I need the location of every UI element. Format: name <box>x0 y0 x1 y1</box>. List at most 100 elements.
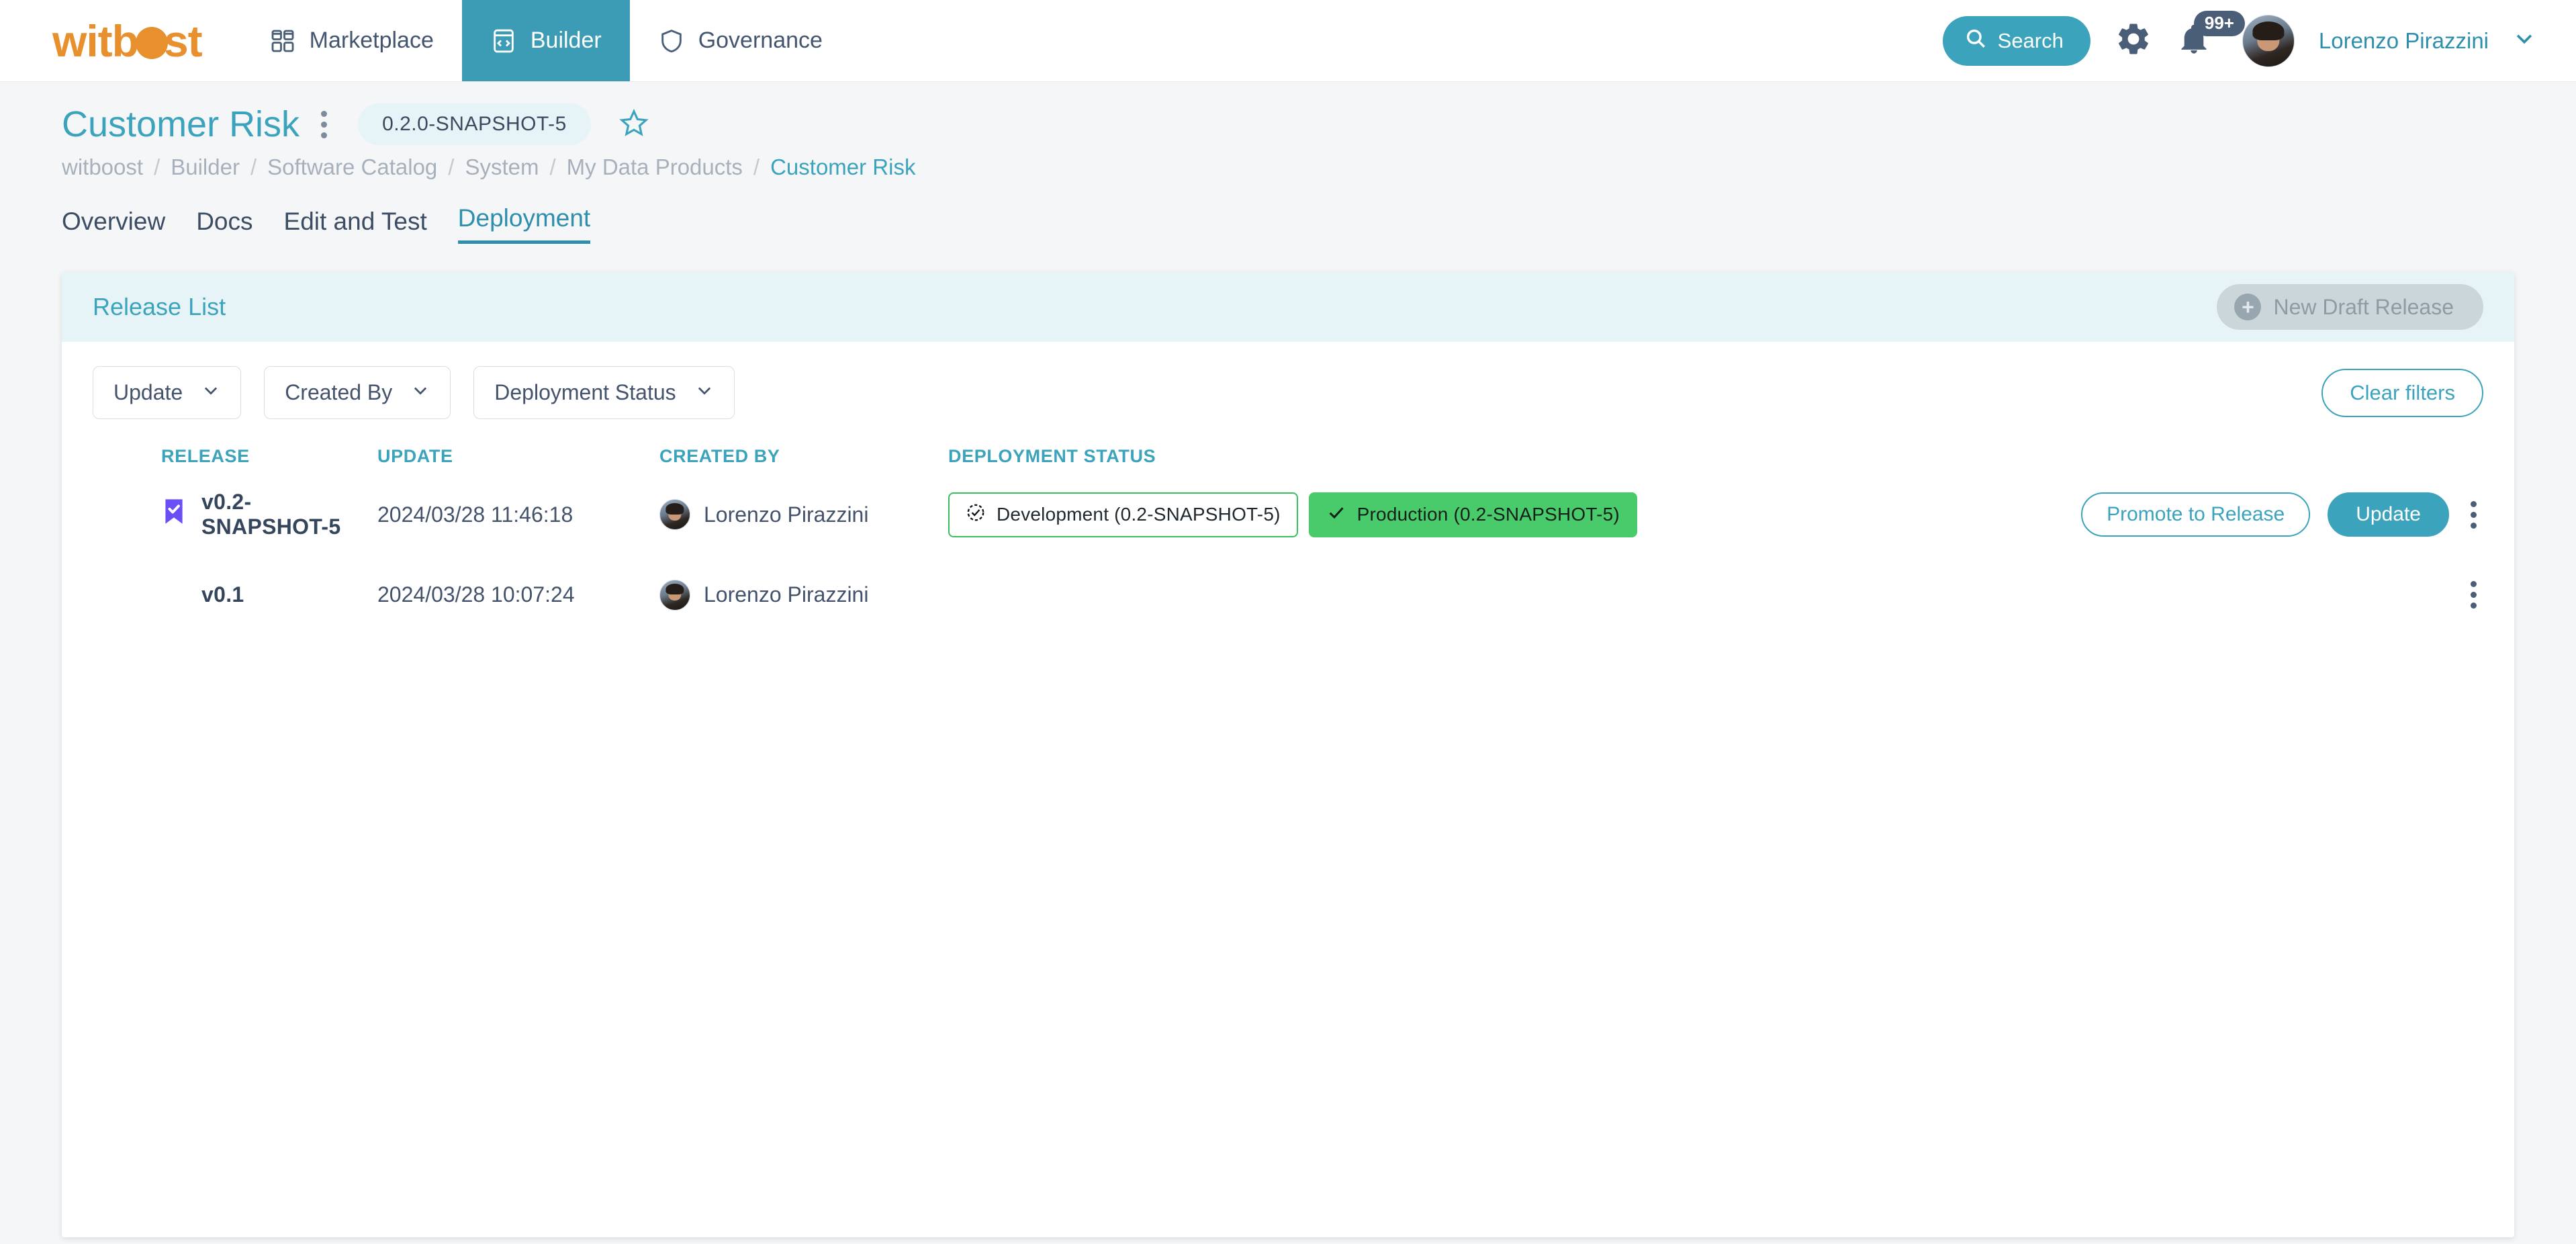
status-chip-production[interactable]: Production (0.2-SNAPSHOT-5) <box>1308 492 1637 537</box>
filter-created-by-label: Created By <box>285 380 393 404</box>
logo-text-left: witb <box>52 15 139 66</box>
clear-filters-button[interactable]: Clear filters <box>2321 368 2483 417</box>
tab-overview[interactable]: Overview <box>62 208 165 244</box>
shield-icon <box>658 28 685 54</box>
tab-deployment[interactable]: Deployment <box>457 204 591 244</box>
new-draft-release-button: + New Draft Release <box>2217 284 2483 330</box>
filter-update[interactable]: Update <box>93 366 242 419</box>
breadcrumb-separator: / <box>549 154 556 179</box>
promote-to-release-button[interactable]: Promote to Release <box>2081 492 2311 537</box>
row-actions-cell <box>1950 568 2514 622</box>
breadcrumb-separator: / <box>753 154 760 179</box>
logo-text-right: st <box>163 15 203 66</box>
nav-item-marketplace[interactable]: Marketplace <box>241 0 462 81</box>
breadcrumb-separator: / <box>448 154 455 179</box>
chevron-down-icon[interactable] <box>2513 27 2536 55</box>
top-navigation-bar: witb st Marketplace Builder Governance S… <box>0 0 2576 82</box>
breadcrumb-item-my-data-products[interactable]: My Data Products <box>567 154 743 180</box>
column-header-created-by: CREATED BY <box>659 446 780 466</box>
page-title-row: Customer Risk 0.2.0-SNAPSHOT-5 <box>62 103 2576 145</box>
row-options-menu-button[interactable] <box>2467 577 2481 613</box>
filter-bar: Update Created By Deployment Status Clea… <box>62 342 2514 419</box>
release-name: v0.2-SNAPSHOT-5 <box>201 490 341 539</box>
search-button[interactable]: Search <box>1942 15 2090 66</box>
favorite-star-icon[interactable] <box>619 108 649 141</box>
nav-label-builder: Builder <box>530 28 602 53</box>
column-header-actions <box>1950 446 2514 480</box>
page-tabs: Overview Docs Edit and Test Deployment <box>62 204 2576 244</box>
nav-item-builder[interactable]: Builder <box>461 0 630 81</box>
update-button[interactable]: Update <box>2328 492 2449 537</box>
avatar <box>659 499 690 530</box>
settings-button[interactable] <box>2115 20 2152 61</box>
status-chip-development[interactable]: Development (0.2-SNAPSHOT-5) <box>948 492 1298 537</box>
breadcrumb-item-current: Customer Risk <box>770 154 916 179</box>
topnav-actions: Search 99+ Lorenzo Pirazzini <box>1942 0 2576 81</box>
check-icon <box>1326 502 1346 527</box>
bookmark-check-icon <box>161 498 187 531</box>
column-header-deployment-status: DEPLOYMENT STATUS <box>948 446 1156 466</box>
page-options-menu-button[interactable] <box>317 107 331 142</box>
release-list-header: Release List + New Draft Release <box>62 272 2514 342</box>
nav-item-governance[interactable]: Governance <box>630 0 851 81</box>
release-table-header: RELEASE UPDATE CREATED BY DEPLOYMENT STA… <box>62 446 2514 480</box>
release-list-title: Release List <box>93 293 226 320</box>
search-icon <box>1964 27 1987 55</box>
grid-icon <box>269 28 296 54</box>
deployment-status-cell <box>948 568 1950 622</box>
filter-created-by[interactable]: Created By <box>264 366 451 419</box>
witboost-logo[interactable]: witb st <box>0 0 241 81</box>
release-name: v0.1 <box>201 582 244 607</box>
breadcrumb-item-witboost[interactable]: witboost <box>62 154 143 180</box>
table-row[interactable]: v0.2-SNAPSHOT-5 2024/03/28 11:46:18 Lore… <box>62 480 2514 549</box>
created-by-cell: Lorenzo Pirazzini <box>659 568 948 622</box>
update-cell: 2024/03/28 11:46:18 <box>377 502 573 527</box>
nav-label-marketplace: Marketplace <box>309 28 434 53</box>
status-chip-development-label: Development (0.2-SNAPSHOT-5) <box>997 504 1281 525</box>
chevron-down-icon <box>695 381 714 404</box>
breadcrumb-item-software-catalog[interactable]: Software Catalog <box>267 154 437 180</box>
avatar <box>659 579 690 611</box>
update-cell: 2024/03/28 10:07:24 <box>377 582 575 607</box>
gear-icon <box>2115 20 2152 61</box>
filter-deployment-status[interactable]: Deployment Status <box>473 366 735 419</box>
code-icon <box>490 28 517 54</box>
chevron-down-icon <box>201 381 220 404</box>
breadcrumb-item-system[interactable]: System <box>465 154 539 180</box>
logo-dot-icon <box>135 26 168 59</box>
tab-edit-and-test[interactable]: Edit and Test <box>284 208 427 244</box>
breadcrumb-separator: / <box>154 154 160 179</box>
filter-update-label: Update <box>113 380 183 404</box>
notification-count-badge: 99+ <box>2193 11 2245 36</box>
nav-label-governance: Governance <box>698 28 823 53</box>
table-row[interactable]: v0.1 2024/03/28 10:07:24 Lorenzo Pirazzi… <box>62 568 2514 622</box>
username-label[interactable]: Lorenzo Pirazzini <box>2319 28 2489 54</box>
created-by-name: Lorenzo Pirazzini <box>704 582 869 607</box>
new-draft-release-label: New Draft Release <box>2273 294 2454 319</box>
release-cell: v0.2-SNAPSHOT-5 <box>62 480 377 549</box>
page-title: Customer Risk <box>62 104 300 144</box>
check-circle-dashed-icon <box>966 502 986 527</box>
release-cell: v0.1 <box>62 568 377 622</box>
breadcrumb: witboost / Builder / Software Catalog / … <box>62 154 2576 180</box>
status-chip-production-label: Production (0.2-SNAPSHOT-5) <box>1356 504 1620 525</box>
table-header-row: RELEASE UPDATE CREATED BY DEPLOYMENT STA… <box>62 446 2514 480</box>
release-table: RELEASE UPDATE CREATED BY DEPLOYMENT STA… <box>62 446 2514 622</box>
user-avatar[interactable] <box>2242 14 2295 67</box>
search-button-label: Search <box>1997 28 2064 52</box>
version-badge: 0.2.0-SNAPSHOT-5 <box>358 103 591 145</box>
chevron-down-icon <box>411 381 430 404</box>
tab-docs[interactable]: Docs <box>196 208 252 244</box>
breadcrumb-item-builder[interactable]: Builder <box>171 154 240 180</box>
page-header: Customer Risk 0.2.0-SNAPSHOT-5 witboost … <box>0 82 2576 244</box>
created-by-cell: Lorenzo Pirazzini <box>659 480 948 549</box>
notifications-button[interactable]: 99+ <box>2176 11 2245 60</box>
release-list-card: Release List + New Draft Release Update … <box>62 272 2514 1237</box>
row-spacer <box>62 549 2514 568</box>
row-options-menu-button[interactable] <box>2467 497 2481 533</box>
filter-deployment-status-label: Deployment Status <box>494 380 676 404</box>
column-header-release: RELEASE <box>161 446 250 466</box>
release-table-body: v0.2-SNAPSHOT-5 2024/03/28 11:46:18 Lore… <box>62 480 2514 622</box>
plus-icon: + <box>2234 294 2262 320</box>
row-actions-cell: Promote to Release Update <box>1950 480 2514 549</box>
